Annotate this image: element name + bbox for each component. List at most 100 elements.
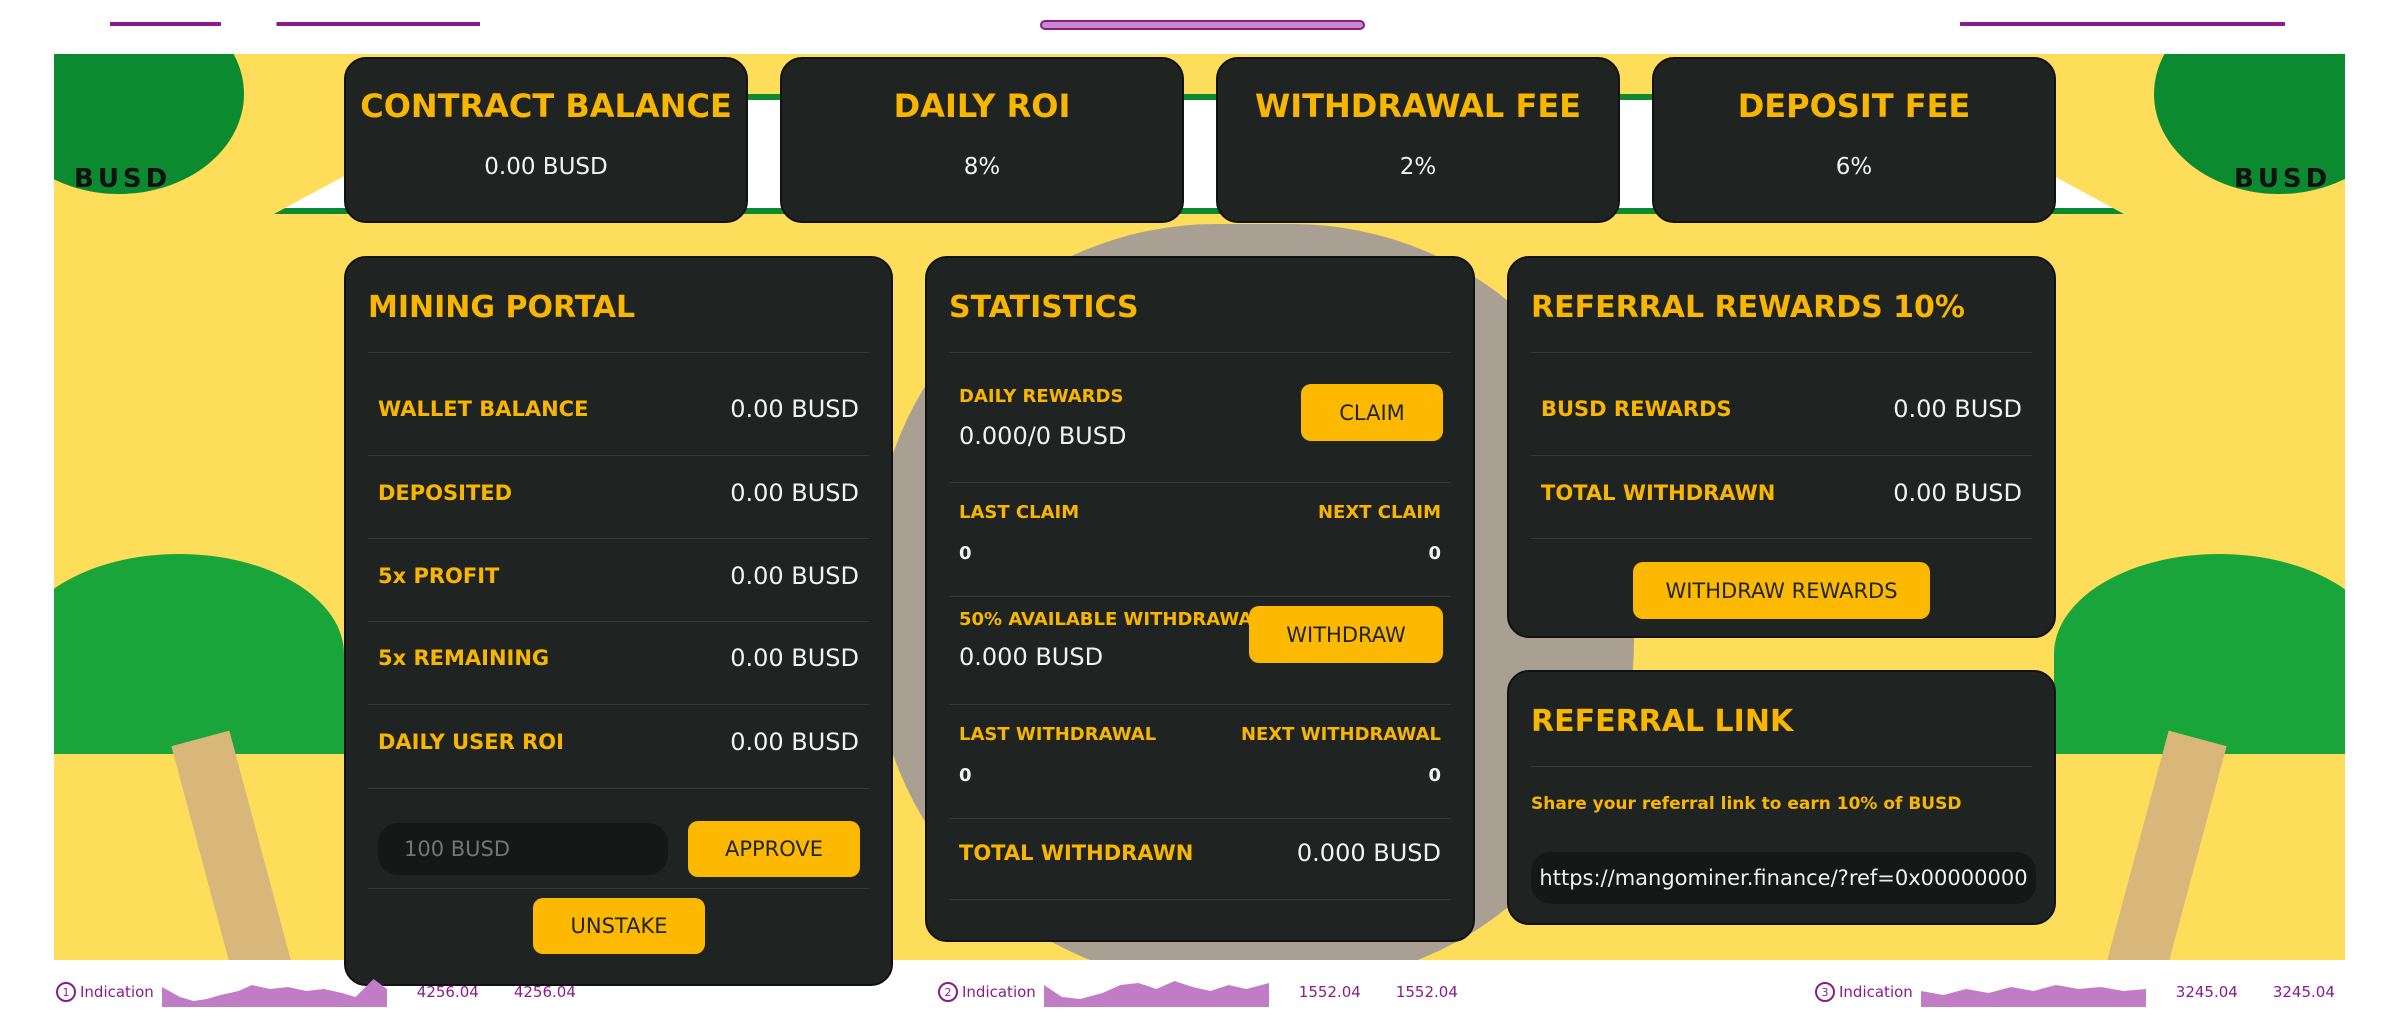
referral-rewards-panel: REFERRAL REWARDS 10% BUSD REWARDS 0.00 B…: [1507, 256, 2056, 638]
stat-value: 0.00 BUSD: [484, 154, 608, 180]
row-label: 5x REMAINING: [378, 646, 550, 670]
statistics-panel: STATISTICS DAILY REWARDS 0.000/0 BUSD CL…: [925, 256, 1475, 942]
panel-title: MINING PORTAL: [368, 290, 636, 325]
approve-button[interactable]: APPROVE: [688, 821, 860, 877]
busd-logo-right-text: BUSD: [2234, 164, 2332, 194]
indicator-value: 3245.04: [2272, 983, 2335, 1001]
divider: [949, 352, 1451, 353]
stat-value: 2%: [1399, 154, 1437, 180]
row-value: 0.00 BUSD: [730, 644, 859, 672]
indicator-number: 3: [1815, 982, 1835, 1002]
next-claim-label: NEXT CLAIM: [1317, 502, 1441, 523]
indicator-label: Indication: [1839, 983, 1913, 1001]
last-claim-value: 0: [959, 543, 972, 564]
available-withdrawal-label: 50% AVAILABLE WITHDRAWAL: [959, 609, 1264, 630]
indicator-3: 3 Indication 3245.04 3245.04: [1815, 972, 2335, 1012]
palm-tree-left: [54, 554, 344, 754]
divider: [368, 352, 869, 353]
row-value: 0.00 BUSD: [730, 395, 859, 423]
stat-title: DEPOSIT FEE: [1737, 87, 1971, 125]
top-decoration-right: [1960, 22, 2285, 26]
stat-value: 8%: [963, 154, 1001, 180]
row-label: 5x PROFIT: [378, 564, 500, 588]
panel-title: REFERRAL REWARDS 10%: [1531, 290, 1965, 325]
claim-button[interactable]: CLAIM: [1301, 384, 1443, 441]
next-withdrawal-value: 0: [1428, 765, 1441, 786]
last-claim-label: LAST CLAIM: [959, 502, 1080, 523]
divider: [1531, 538, 2032, 539]
panel-title: STATISTICS: [949, 290, 1139, 325]
indicator-value: 3245.04: [2175, 983, 2238, 1001]
row-label: BUSD REWARDS: [1541, 397, 1732, 421]
withdraw-rewards-button[interactable]: WITHDRAW REWARDS: [1633, 562, 1930, 619]
divider: [949, 596, 1451, 597]
divider: [368, 788, 869, 789]
stat-title: CONTRACT BALANCE: [360, 87, 732, 125]
divider: [1531, 352, 2032, 353]
busd-logo-left-text: BUSD: [74, 164, 172, 194]
withdraw-button[interactable]: WITHDRAW: [1249, 606, 1443, 663]
stat-title: DAILY ROI: [893, 87, 1071, 125]
divider: [1531, 455, 2032, 456]
indicator-value: 4256.04: [416, 983, 479, 1001]
sparkline-chart: [1920, 985, 2146, 1007]
referral-link-panel: REFERRAL LINK Share your referral link t…: [1507, 670, 2056, 925]
stat-card-withdrawal-fee: WITHDRAWAL FEE 2%: [1216, 57, 1620, 223]
last-withdrawal-label: LAST WITHDRAWAL: [959, 724, 1157, 745]
total-withdrawn-label: TOTAL WITHDRAWN: [959, 841, 1194, 865]
daily-rewards-label: DAILY REWARDS: [959, 386, 1124, 407]
total-withdrawn-value: 0.000 BUSD: [1296, 839, 1441, 867]
next-claim-value: 0: [1428, 543, 1441, 564]
deposit-amount-input[interactable]: [378, 823, 668, 875]
palm-trunk-left: [171, 730, 297, 960]
row-label: WALLET BALANCE: [378, 397, 589, 421]
row-label: DEPOSITED: [378, 481, 513, 505]
divider: [949, 818, 1451, 819]
stat-card-contract-balance: CONTRACT BALANCE 0.00 BUSD: [344, 57, 748, 223]
divider: [368, 888, 869, 889]
referral-link-field[interactable]: https://mangominer.finance/?ref=0x000000…: [1531, 852, 2036, 904]
divider: [949, 899, 1451, 900]
last-withdrawal-value: 0: [959, 765, 972, 786]
indicator-1: 1 Indication 4256.04 4256.04: [56, 972, 576, 1012]
indicator-value: 4256.04: [513, 983, 576, 1001]
indicator-value: 1552.04: [1298, 983, 1361, 1001]
indicator-label: Indication: [80, 983, 154, 1001]
daily-rewards-value: 0.000/0 BUSD: [959, 422, 1127, 450]
row-label: TOTAL WITHDRAWN: [1541, 481, 1776, 505]
next-withdrawal-label: NEXT WITHDRAWAL: [1240, 724, 1441, 745]
stat-card-daily-roi: DAILY ROI 8%: [780, 57, 1184, 223]
stat-card-deposit-fee: DEPOSIT FEE 6%: [1652, 57, 2056, 223]
panel-title: REFERRAL LINK: [1531, 704, 1794, 739]
indicator-2: 2 Indication 1552.04 1552.04: [938, 972, 1458, 1012]
row-value: 0.00 BUSD: [1893, 395, 2022, 423]
divider: [949, 704, 1451, 705]
divider: [368, 621, 869, 622]
row-value: 0.00 BUSD: [730, 479, 859, 507]
stat-value: 6%: [1835, 154, 1873, 180]
unstake-button[interactable]: UNSTAKE: [533, 898, 705, 954]
divider: [368, 455, 869, 456]
divider: [368, 538, 869, 539]
row-value: 0.00 BUSD: [1893, 479, 2022, 507]
available-withdrawal-value: 0.000 BUSD: [959, 643, 1104, 671]
row-value: 0.00 BUSD: [730, 562, 859, 590]
row-label: DAILY USER ROI: [378, 730, 564, 754]
indicator-number: 1: [56, 982, 76, 1002]
palm-tree-right: [2054, 554, 2345, 754]
top-decoration-left: [110, 22, 480, 26]
sparkline-chart: [1043, 981, 1269, 1007]
stat-title: WITHDRAWAL FEE: [1254, 87, 1582, 125]
divider: [949, 482, 1451, 483]
indicator-number: 2: [938, 982, 958, 1002]
sparkline-chart: [161, 979, 387, 1007]
top-decoration-center: [1040, 20, 1365, 30]
mining-portal-panel: MINING PORTAL WALLET BALANCE 0.00 BUSD D…: [344, 256, 893, 986]
palm-trunk-right: [2101, 730, 2227, 960]
row-value: 0.00 BUSD: [730, 728, 859, 756]
indicator-value: 1552.04: [1395, 983, 1458, 1001]
divider: [1531, 766, 2032, 767]
referral-description: Share your referral link to earn 10% of …: [1531, 794, 1962, 814]
divider: [368, 704, 869, 705]
indicator-label: Indication: [962, 983, 1036, 1001]
